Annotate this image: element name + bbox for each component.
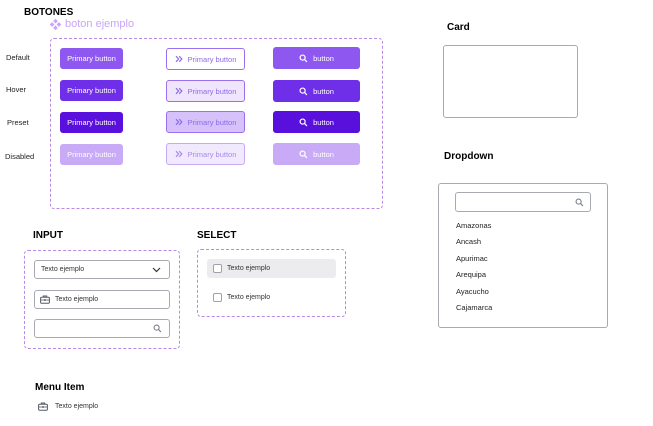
chevron-down-icon [152,267,161,273]
double-chevron-right-icon [175,55,183,63]
card [443,45,578,118]
search-button-default[interactable]: button [273,47,360,69]
dropdown-option[interactable]: Amazonas [456,221,491,230]
outline-button-label: Primary button [187,117,237,127]
dropdown-option[interactable]: Ayacucho [456,287,489,296]
search-icon [575,198,584,207]
primary-button-label: Primary button [67,54,116,63]
menu-item-label: Texto ejemplo [55,403,99,410]
search-icon [299,86,308,96]
search-input[interactable] [34,319,170,338]
icon-text-field-value: Texto ejemplo [55,296,99,303]
double-chevron-right-icon [175,150,183,158]
card-section-title: Card [447,22,470,33]
outline-button-hover[interactable]: Primary button [166,80,245,102]
briefcase-icon [40,295,50,304]
primary-button-label: Primary button [67,150,116,159]
dropdown-option[interactable]: Apurimac [456,254,488,263]
checkbox[interactable] [213,264,222,273]
primary-button-default[interactable]: Primary button [60,48,123,69]
select-section-title: SELECT [197,230,237,241]
dropdown-search-input[interactable] [455,192,591,212]
menu-item[interactable]: Texto ejemplo [38,402,98,411]
double-chevron-right-icon [175,87,183,95]
select-option-label: Texto ejemplo [227,265,271,272]
search-button-preset[interactable]: button [273,111,360,133]
search-icon [299,117,308,127]
input-section-title: INPUT [33,230,63,241]
search-icon [153,324,162,333]
primary-button-label: Primary button [67,118,116,127]
dropdown-option[interactable]: Ancash [456,237,481,246]
search-button-hover[interactable]: button [273,80,360,102]
search-button-label: button [313,149,334,159]
buttons-section-title: BOTONES [24,7,74,18]
primary-button-hover[interactable]: Primary button [60,80,123,101]
outline-button-preset[interactable]: Primary button [166,111,245,133]
search-button-disabled[interactable]: button [273,143,360,165]
select-option[interactable]: Texto ejemplo [207,288,336,307]
briefcase-icon [38,402,48,411]
outline-button-disabled[interactable]: Primary button [166,143,245,165]
dropdown-option[interactable]: Arequipa [456,270,486,279]
select-field-value: Texto ejemplo [41,266,85,273]
icon-text-field[interactable]: Texto ejemplo [34,290,170,309]
double-chevron-right-icon [175,118,183,126]
outline-button-label: Primary button [187,54,237,64]
primary-button-disabled[interactable]: Primary button [60,144,123,165]
search-button-label: button [313,117,334,127]
state-label-disabled: Disabled [5,152,35,161]
search-icon [299,149,308,159]
component-label: boton ejemplo [50,18,134,30]
state-label-hover: Hover [6,85,27,94]
state-label-default: Default [6,53,30,62]
dropdown-option[interactable]: Cajamarca [456,303,492,312]
component-diamond-icon [50,18,61,30]
outline-button-label: Primary button [187,86,237,96]
dropdown-section-title: Dropdown [444,151,494,162]
outline-button-default[interactable]: Primary button [166,48,245,70]
search-icon [299,53,308,63]
component-label-text: boton ejemplo [65,18,135,30]
menu-item-section-title: Menu Item [35,382,85,393]
checkbox[interactable] [213,293,222,302]
select-option-label: Texto ejemplo [227,294,271,301]
select-field[interactable]: Texto ejemplo [34,260,170,279]
select-option-highlighted[interactable]: Texto ejemplo [207,259,336,278]
state-label-preset: Preset [7,118,29,127]
search-button-label: button [313,53,334,63]
primary-button-preset[interactable]: Primary button [60,112,123,133]
primary-button-label: Primary button [67,86,116,95]
outline-button-label: Primary button [187,149,237,159]
search-button-label: button [313,86,334,96]
